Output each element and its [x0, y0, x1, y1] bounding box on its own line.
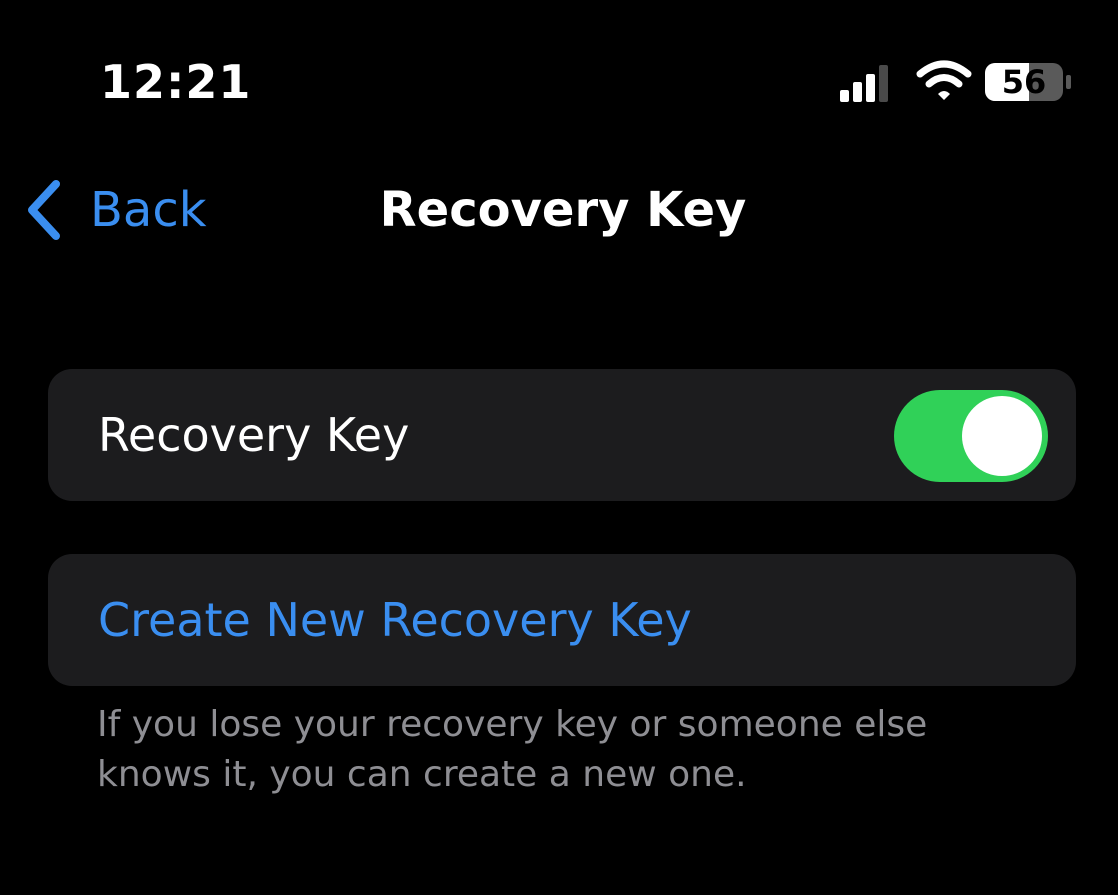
back-label: Back	[90, 182, 207, 238]
footnote-text: If you lose your recovery key or someone…	[97, 704, 928, 795]
battery-level: 56	[1001, 63, 1047, 101]
recovery-key-row: Recovery Key	[48, 369, 1076, 501]
toggle-knob	[962, 396, 1042, 476]
cellular-signal-icon	[840, 65, 888, 102]
status-bar: 12:21 56	[0, 0, 1118, 130]
create-new-recovery-key-button[interactable]: Create New Recovery Key	[98, 554, 692, 686]
recovery-key-toggle[interactable]	[894, 390, 1048, 482]
status-time: 12:21	[100, 55, 252, 109]
create-recovery-key-row[interactable]: Create New Recovery Key	[48, 554, 1076, 686]
recovery-key-label: Recovery Key	[98, 408, 410, 462]
wifi-icon	[916, 60, 972, 100]
back-button[interactable]: Back	[26, 180, 207, 240]
navigation-bar: Recovery Key Back	[0, 160, 1118, 260]
chevron-left-icon	[28, 180, 60, 240]
